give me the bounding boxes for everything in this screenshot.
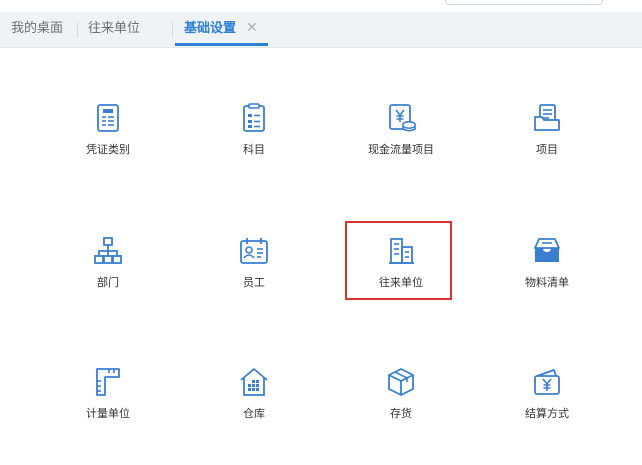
setting-item-label: 部门 — [97, 276, 119, 289]
setting-item-bom[interactable]: 物料清单 — [492, 236, 602, 306]
employee-card-icon — [240, 238, 268, 264]
tab-divider — [172, 22, 173, 38]
setting-item-warehouse[interactable]: 仓库 — [199, 367, 309, 437]
setting-item-label: 科目 — [243, 143, 265, 156]
setting-item-label: 计量单位 — [86, 407, 130, 420]
cash-flow-icon — [389, 104, 416, 132]
setting-item-label: 项目 — [536, 143, 558, 156]
setting-item-employee[interactable]: 员工 — [199, 236, 309, 306]
selection-highlight — [345, 221, 452, 300]
setting-item-label: 结算方式 — [525, 407, 569, 420]
setting-item-subject[interactable]: 科目 — [199, 103, 309, 173]
setting-item-label: 凭证类别 — [86, 143, 130, 156]
project-folder-icon — [534, 104, 560, 131]
setting-item-inventory[interactable]: 存货 — [346, 367, 456, 437]
inbox-tray-icon — [534, 238, 560, 262]
setting-item-label: 仓库 — [243, 407, 265, 420]
settlement-wallet-icon — [534, 369, 560, 395]
setting-item-cash-flow[interactable]: 现金流量项目 — [346, 103, 456, 173]
tab-divider — [77, 22, 78, 38]
top-bar — [0, 0, 642, 12]
search-box[interactable] — [445, 0, 603, 5]
setting-item-settlement[interactable]: 结算方式 — [492, 367, 602, 437]
active-tab-indicator — [175, 43, 268, 46]
tab-basic-settings[interactable]: 基础设置 — [184, 12, 236, 47]
setting-item-label: 现金流量项目 — [368, 143, 434, 156]
tab-bar: 我的桌面 往来单位 基础设置 ✕ — [0, 12, 642, 48]
setting-item-label: 存货 — [390, 407, 412, 420]
close-icon[interactable]: ✕ — [246, 12, 258, 47]
setting-item-project[interactable]: 项目 — [492, 103, 602, 173]
ruler-icon — [96, 368, 120, 396]
setting-item-label: 员工 — [243, 276, 265, 289]
setting-item-department[interactable]: 部门 — [53, 236, 163, 306]
inventory-box-icon — [388, 368, 414, 396]
warehouse-icon — [240, 368, 268, 396]
voucher-category-icon — [97, 104, 119, 132]
setting-item-unit[interactable]: 计量单位 — [53, 367, 163, 437]
org-chart-icon — [94, 237, 122, 264]
setting-item-voucher-category[interactable]: 凭证类别 — [53, 103, 163, 173]
tab-my-desktop[interactable]: 我的桌面 — [11, 12, 63, 47]
tab-contacts[interactable]: 往来单位 — [88, 12, 140, 47]
setting-item-label: 物料清单 — [525, 276, 569, 289]
subject-clipboard-icon — [243, 103, 265, 132]
